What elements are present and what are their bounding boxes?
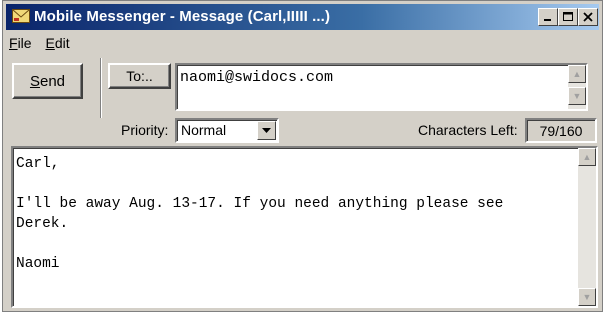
close-icon	[583, 12, 593, 22]
menu-edit-mnemonic: E	[45, 35, 55, 51]
message-scrollbar[interactable]: ▲ ▼	[578, 148, 596, 306]
minimize-icon	[544, 19, 551, 21]
scroll-up-button[interactable]: ▲	[568, 65, 586, 83]
maximize-button[interactable]	[558, 8, 578, 26]
menu-file-mnemonic: F	[9, 35, 18, 51]
send-mnemonic: S	[29, 72, 40, 90]
send-button[interactable]: Send	[12, 63, 83, 99]
priority-select[interactable]: Normal	[175, 118, 279, 143]
priority-dropdown-button[interactable]	[257, 121, 276, 140]
arrow-up-icon: ▲	[572, 69, 582, 79]
characters-left-value: 79/160	[539, 122, 583, 139]
to-field-scrollbar[interactable]: ▲ ▼	[568, 65, 586, 109]
scroll-down-button[interactable]: ▼	[578, 288, 596, 306]
title-bar[interactable]: Mobile Messenger - Message (Carl,IIIII .…	[6, 4, 599, 30]
arrow-down-icon: ▼	[572, 91, 582, 101]
to-button[interactable]: To:..	[108, 63, 171, 89]
priority-label: Priority:	[121, 122, 169, 138]
characters-left-label: Characters Left:	[418, 122, 518, 138]
arrow-down-icon: ▼	[582, 292, 592, 302]
menu-file[interactable]: File	[9, 35, 32, 51]
priority-value: Normal	[181, 122, 227, 138]
minimize-button[interactable]	[538, 8, 558, 26]
envelope-icon	[12, 9, 30, 23]
window-title: Mobile Messenger - Message (Carl,IIIII .…	[34, 8, 331, 25]
message-body-text: Carl, I'll be away Aug. 13-17. If you ne…	[16, 156, 504, 272]
menu-bar: File Edit	[9, 35, 80, 55]
scroll-up-button[interactable]: ▲	[578, 148, 596, 166]
arrow-up-icon: ▲	[582, 152, 592, 162]
to-button-label: To:..	[126, 68, 153, 84]
characters-left-box: 79/160	[525, 118, 597, 143]
close-button[interactable]	[578, 8, 598, 26]
message-window: Mobile Messenger - Message (Carl,IIIII .…	[2, 0, 603, 312]
chevron-down-icon	[262, 127, 271, 133]
maximize-icon	[563, 12, 573, 21]
scroll-down-button[interactable]: ▼	[568, 87, 586, 105]
menu-file-label: ile	[17, 35, 32, 51]
toolbar-divider	[100, 58, 102, 118]
send-label: end	[39, 72, 66, 90]
message-body[interactable]: Carl, I'll be away Aug. 13-17. If you ne…	[11, 146, 598, 308]
menu-edit[interactable]: Edit	[45, 35, 69, 51]
to-field-value: naomi@swidocs.com	[180, 69, 334, 86]
menu-edit-label: dit	[54, 35, 70, 51]
